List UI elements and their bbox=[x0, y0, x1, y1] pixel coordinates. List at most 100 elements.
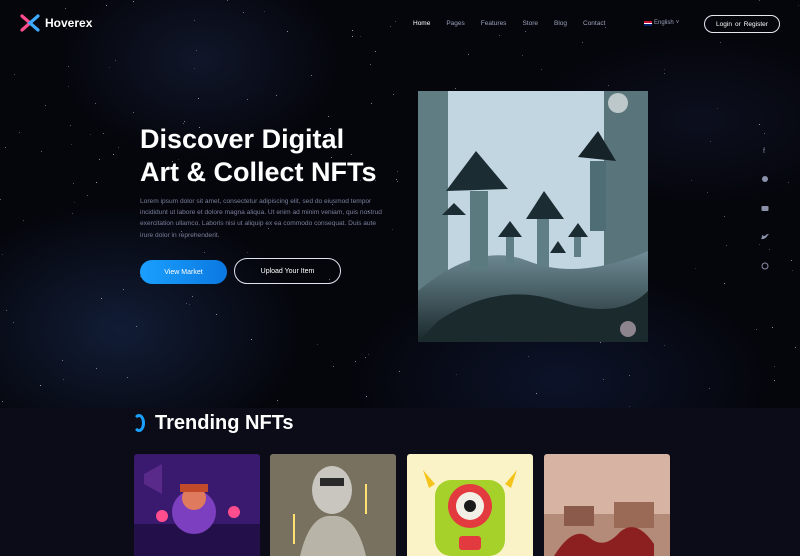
nft-card[interactable] bbox=[544, 454, 670, 556]
nft-card[interactable] bbox=[270, 454, 396, 556]
star-dot bbox=[726, 245, 727, 246]
star-dot bbox=[792, 270, 793, 271]
star-dot bbox=[6, 310, 7, 311]
star-dot bbox=[247, 99, 248, 100]
star-dot bbox=[456, 374, 457, 375]
chevron-down-icon: ˅ bbox=[675, 20, 680, 26]
star-dot bbox=[710, 141, 711, 142]
star-dot bbox=[795, 347, 796, 348]
star-dot bbox=[198, 98, 199, 99]
star-dot bbox=[629, 375, 630, 376]
star-dot bbox=[724, 216, 725, 217]
star-dot bbox=[184, 121, 185, 122]
star-dot bbox=[724, 283, 725, 284]
nft-card[interactable] bbox=[407, 454, 533, 556]
star-dot bbox=[109, 67, 110, 68]
star-dot bbox=[216, 314, 217, 315]
view-market-button[interactable]: View Market bbox=[140, 260, 227, 284]
star-dot bbox=[774, 380, 775, 381]
twitter-icon[interactable] bbox=[760, 229, 770, 240]
register-label: Register bbox=[743, 20, 768, 28]
nav-home[interactable]: Home bbox=[413, 20, 430, 27]
star-dot bbox=[791, 260, 792, 261]
star-dot bbox=[774, 366, 775, 367]
nav-pages[interactable]: Pages bbox=[446, 20, 464, 27]
hero-title-line-1: Discover Digital bbox=[140, 124, 345, 154]
star-dot bbox=[251, 339, 252, 340]
star-dot bbox=[536, 393, 537, 394]
star-dot bbox=[695, 268, 696, 269]
star-dot bbox=[317, 344, 318, 345]
facebook-icon[interactable]: f bbox=[760, 142, 770, 155]
star-dot bbox=[664, 69, 665, 70]
hero-title: Discover Digital Art & Collect NFTs bbox=[140, 123, 410, 189]
star-dot bbox=[2, 401, 3, 402]
star-dot bbox=[96, 182, 97, 183]
star-dot bbox=[368, 354, 369, 355]
nav-blog[interactable]: Blog bbox=[554, 20, 567, 27]
star-dot bbox=[103, 133, 104, 134]
star-dot bbox=[370, 64, 371, 65]
main-nav: Home Pages Features Store Blog Contact bbox=[413, 20, 621, 27]
star-dot bbox=[600, 342, 601, 343]
star-dot bbox=[277, 400, 278, 401]
star-dot bbox=[375, 51, 376, 52]
dribbble-icon[interactable] bbox=[760, 258, 770, 270]
login-label: Login bbox=[716, 20, 732, 28]
star-dot bbox=[74, 202, 75, 203]
star-dot bbox=[70, 125, 71, 126]
star-dot bbox=[19, 132, 20, 133]
star-dot bbox=[5, 147, 6, 148]
star-dot bbox=[528, 356, 529, 357]
star-dot bbox=[717, 108, 718, 109]
hero-nft-artwork bbox=[418, 91, 648, 342]
star-dot bbox=[328, 116, 329, 117]
reddit-icon[interactable] bbox=[760, 171, 770, 182]
star-dot bbox=[23, 220, 24, 221]
star-dot bbox=[14, 74, 15, 75]
language-selector[interactable]: English ˅ bbox=[644, 20, 679, 26]
star-dot bbox=[63, 379, 64, 380]
star-dot bbox=[127, 377, 128, 378]
logo-mark-icon bbox=[20, 14, 40, 32]
login-register-button[interactable]: Login or Register bbox=[704, 15, 780, 33]
star-dot bbox=[118, 147, 119, 148]
star-dot bbox=[664, 73, 665, 74]
nft-card[interactable] bbox=[134, 454, 260, 556]
star-dot bbox=[355, 361, 356, 362]
logo[interactable]: Hoverex bbox=[20, 14, 92, 32]
star-dot bbox=[186, 303, 187, 304]
star-dot bbox=[99, 159, 100, 160]
star-dot bbox=[707, 192, 708, 193]
star-dot bbox=[204, 252, 205, 253]
youtube-icon[interactable] bbox=[760, 200, 770, 211]
star-dot bbox=[101, 298, 102, 299]
star-dot bbox=[365, 357, 366, 358]
star-dot bbox=[311, 75, 312, 76]
star-dot bbox=[45, 105, 46, 106]
hero-background bbox=[0, 0, 800, 410]
hero-title-line-2: Art & Collect NFTs bbox=[140, 157, 377, 187]
star-dot bbox=[62, 360, 63, 361]
trending-title: Trending NFTs bbox=[155, 412, 294, 434]
site-header: Hoverex Home Pages Features Store Blog C… bbox=[0, 0, 800, 48]
star-dot bbox=[73, 183, 74, 184]
uk-flag-icon bbox=[644, 20, 652, 26]
nav-store[interactable]: Store bbox=[522, 20, 538, 27]
star-dot bbox=[68, 86, 69, 87]
star-dot bbox=[136, 326, 137, 327]
star-dot bbox=[2, 254, 3, 255]
star-dot bbox=[629, 406, 630, 407]
star-dot bbox=[468, 54, 469, 55]
star-dot bbox=[123, 289, 124, 290]
star-dot bbox=[192, 296, 193, 297]
star-dot bbox=[371, 103, 372, 104]
nav-features[interactable]: Features bbox=[481, 20, 507, 27]
star-dot bbox=[96, 368, 97, 369]
star-dot bbox=[608, 85, 609, 86]
nav-contact[interactable]: Contact bbox=[583, 20, 605, 27]
upload-item-button[interactable]: Upload Your Item bbox=[234, 258, 341, 284]
star-dot bbox=[196, 50, 197, 51]
svg-text:f: f bbox=[763, 148, 765, 155]
brand-name: Hoverex bbox=[45, 16, 93, 30]
